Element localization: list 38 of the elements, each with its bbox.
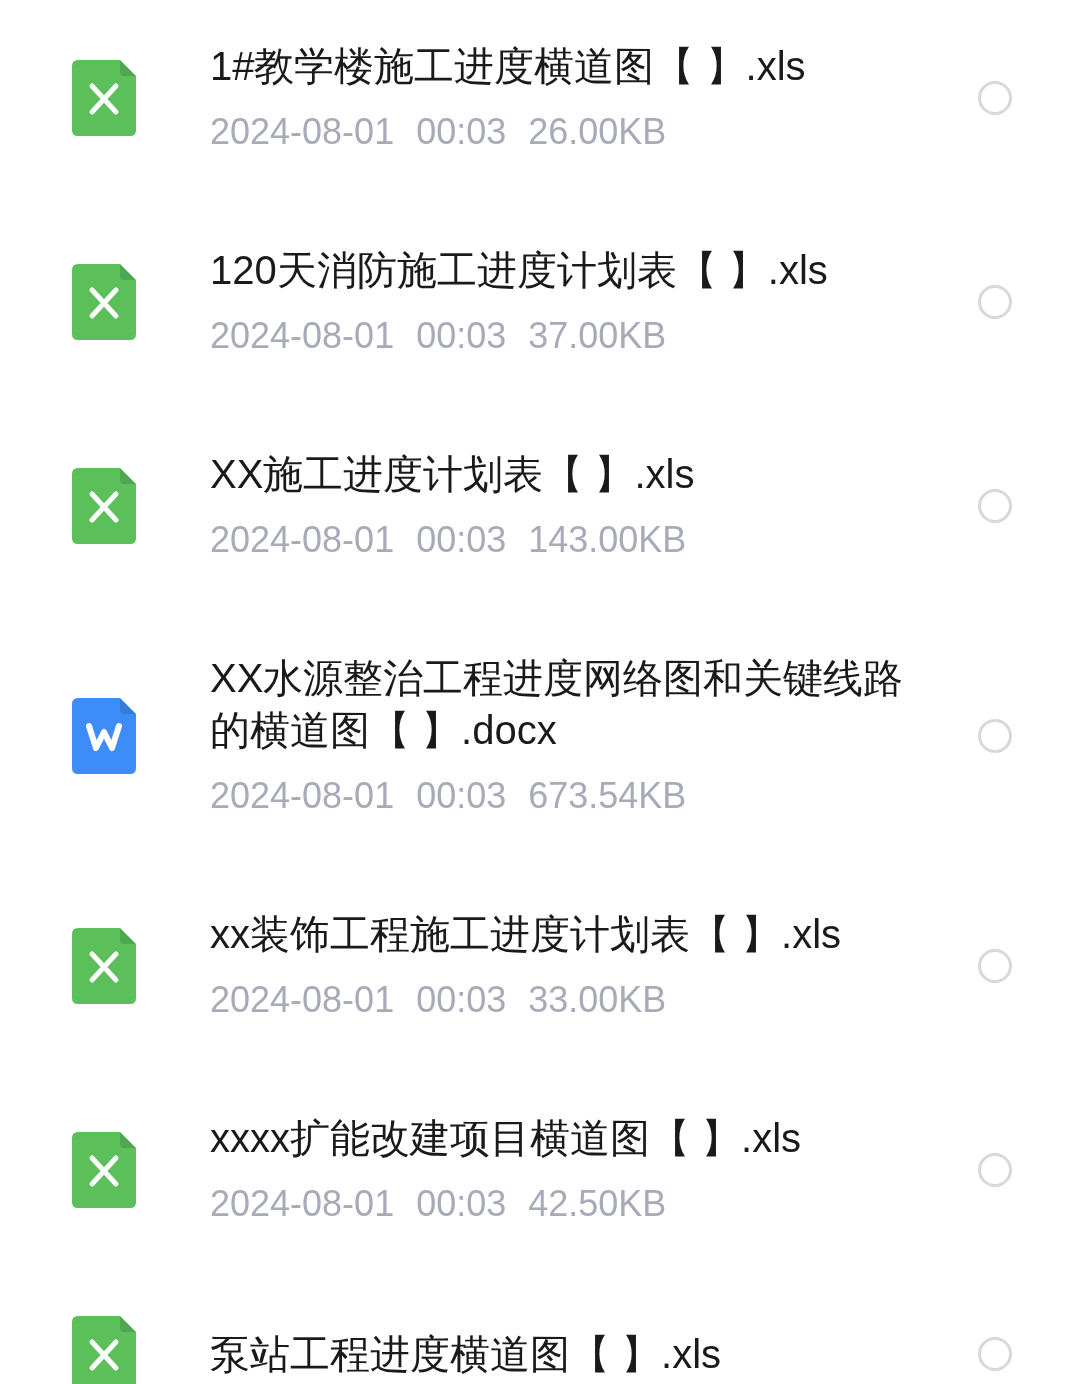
file-name: 120天消防施工进度计划表【 】.xls — [210, 247, 829, 294]
file-size: 26.00KB — [528, 110, 667, 154]
radio-button[interactable] — [978, 719, 1012, 753]
file-size: 37.00KB — [528, 314, 667, 358]
spreadsheet-icon — [72, 60, 136, 136]
file-name: xxxx扩能改建项目横道图【 】.xls — [210, 1115, 803, 1162]
file-size: 33.00KB — [528, 978, 667, 1022]
file-time: 00:03 — [416, 1182, 507, 1226]
file-date: 2024-08-01 — [210, 518, 395, 562]
spreadsheet-icon — [72, 468, 136, 544]
file-time: 00:03 — [416, 518, 507, 562]
spreadsheet-icon — [72, 928, 136, 1004]
file-size: 143.00KB — [528, 518, 687, 562]
file-name: XX水源整治工程进度网络图和关键线路的横道图【 】.docx — [210, 655, 905, 754]
file-date: 2024-08-01 — [210, 1182, 395, 1226]
file-size: 42.50KB — [528, 1182, 667, 1226]
file-date: 2024-08-01 — [210, 314, 395, 358]
file-date: 2024-08-01 — [210, 774, 395, 818]
radio-button[interactable] — [978, 489, 1012, 523]
file-date: 2024-08-01 — [210, 110, 395, 154]
radio-button[interactable] — [978, 949, 1012, 983]
spreadsheet-icon — [72, 1132, 136, 1208]
document-icon — [72, 698, 136, 774]
file-name: XX施工进度计划表【 】.xls — [210, 451, 696, 498]
file-name: 1#教学楼施工进度横道图【 】.xls — [210, 43, 807, 90]
radio-button[interactable] — [978, 285, 1012, 319]
radio-button[interactable] — [978, 1153, 1012, 1187]
file-size: 673.54KB — [528, 774, 687, 818]
file-time: 00:03 — [416, 774, 507, 818]
file-name: xx装饰工程施工进度计划表【 】.xls — [210, 911, 843, 958]
file-time: 00:03 — [416, 110, 507, 154]
file-date: 2024-08-01 — [210, 978, 395, 1022]
spreadsheet-icon — [72, 264, 136, 340]
radio-button[interactable] — [978, 1337, 1012, 1371]
file-name: 泵站工程进度横道图【 】.xls — [210, 1331, 723, 1378]
file-time: 00:03 — [416, 314, 507, 358]
file-time: 00:03 — [416, 978, 507, 1022]
radio-button[interactable] — [978, 81, 1012, 115]
